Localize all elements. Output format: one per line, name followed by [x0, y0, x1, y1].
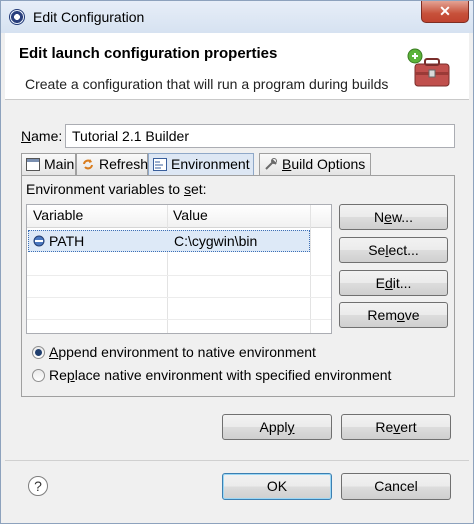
edit-configuration-dialog: Edit Configuration ✕ Edit launch configu… [0, 0, 474, 524]
replace-label[interactable]: Replace native environment with specifie… [49, 367, 391, 383]
cancel-button[interactable]: Cancel [341, 473, 451, 500]
toolbox-icon [407, 48, 450, 87]
select-button[interactable]: Select... [339, 237, 448, 263]
refresh-icon [83, 159, 93, 170]
build-options-icon [265, 158, 277, 170]
grid-line [27, 275, 331, 276]
tab-main[interactable]: Main [21, 153, 76, 175]
title-bar[interactable]: Edit Configuration ✕ [1, 1, 473, 33]
tab-build-options[interactable]: Build Options [259, 153, 371, 175]
eclipse-icon [9, 9, 25, 25]
name-input[interactable]: Tutorial 2.1 Builder [65, 124, 455, 148]
environment-table[interactable]: Variable Value PATH C:\cygwin\bin [26, 204, 332, 334]
append-radio[interactable] [32, 346, 45, 359]
tab-environment[interactable]: Environment [148, 153, 254, 176]
main-tab-icon [26, 158, 40, 171]
remove-button[interactable]: Remove [339, 302, 448, 328]
column-header-value[interactable]: Value [173, 207, 208, 223]
variable-icon [33, 235, 45, 247]
tab-refresh[interactable]: Refresh [76, 153, 148, 175]
header-title: Edit launch configuration properties [19, 45, 278, 62]
grid-line [27, 297, 331, 298]
name-label: Name: [21, 128, 63, 144]
column-divider-end [310, 205, 311, 333]
close-button[interactable]: ✕ [421, 1, 469, 23]
dialog-header: Edit launch configuration properties Cre… [5, 33, 469, 100]
env-section-label: Environment variables to set: [26, 181, 207, 197]
table-row[interactable]: PATH C:\cygwin\bin [28, 230, 310, 252]
cell-value: C:\cygwin\bin [174, 233, 258, 249]
footer-separator [5, 460, 469, 461]
header-description: Create a configuration that will run a p… [25, 76, 389, 92]
cell-variable: PATH [49, 233, 85, 249]
apply-button[interactable]: Apply [222, 414, 332, 440]
column-header-variable[interactable]: Variable [33, 207, 83, 223]
help-icon[interactable]: ? [28, 476, 48, 496]
new-button[interactable]: New... [339, 204, 448, 230]
edit-button[interactable]: Edit... [339, 270, 448, 296]
replace-radio[interactable] [32, 369, 45, 382]
grid-line [27, 319, 331, 320]
ok-button[interactable]: OK [222, 473, 332, 500]
window-title: Edit Configuration [33, 9, 145, 25]
column-divider [167, 205, 168, 333]
environment-icon [153, 158, 167, 171]
revert-button[interactable]: Revert [341, 414, 451, 440]
append-label[interactable]: Append environment to native environment [49, 344, 316, 360]
table-header: Variable Value [27, 205, 331, 228]
table-scroll-header [310, 205, 331, 227]
